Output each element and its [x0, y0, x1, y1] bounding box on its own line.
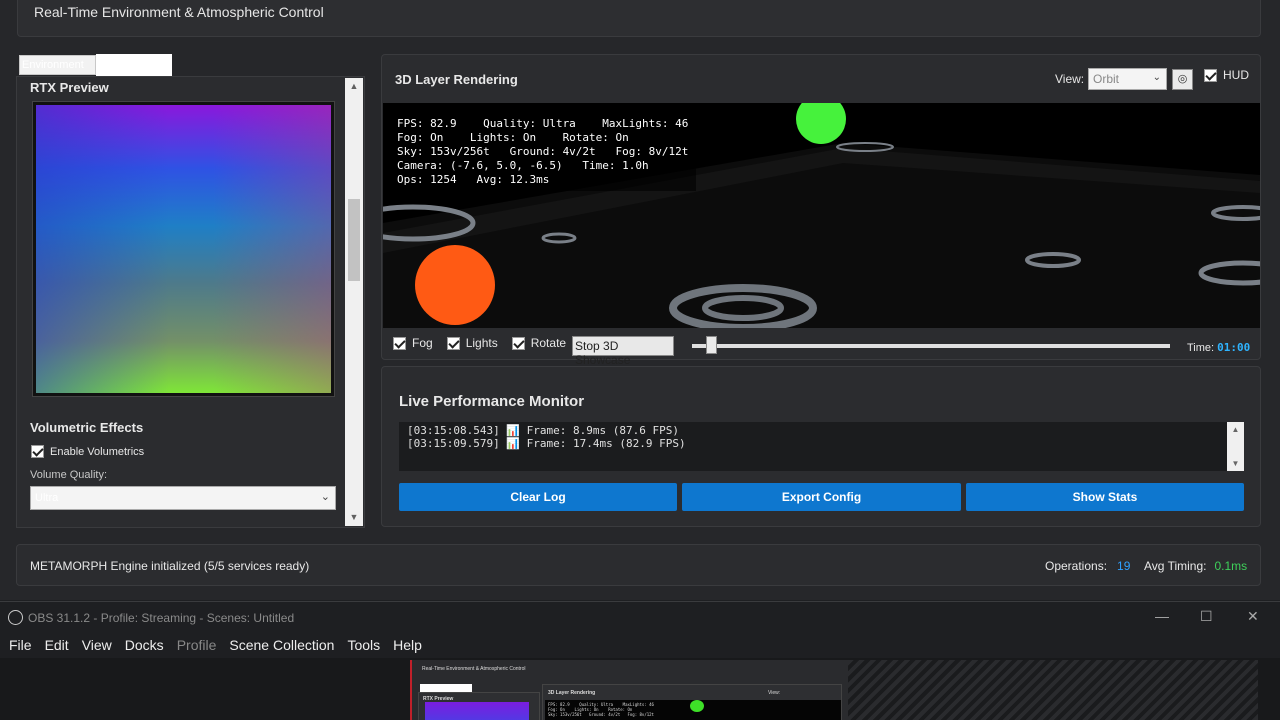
left-panel-scrollbar[interactable]: ▲ ▼ — [345, 78, 363, 526]
enable-volumetrics-label: Enable Volumetrics — [50, 445, 145, 458]
rtx-preview-gradient — [36, 105, 331, 393]
time-label: Time: — [1187, 342, 1215, 354]
obs-preview-background — [848, 660, 1258, 720]
operations-label: Operations: — [1045, 559, 1108, 573]
time-value: 01:00 — [1217, 341, 1251, 354]
environment-panel: RTX Preview Volumetric Effects Enable Vo… — [16, 76, 365, 528]
fog-label: Fog — [412, 336, 433, 350]
menu-view[interactable]: View — [82, 637, 112, 653]
enable-volumetrics-toggle[interactable]: Enable Volumetrics — [31, 445, 144, 458]
log-scrollbar[interactable]: ▲ ▼ — [1227, 422, 1244, 471]
volume-quality-select[interactable]: Ultra ⌄ — [30, 486, 336, 510]
status-message: METAMORPH Engine initialized (5/5 servic… — [30, 559, 310, 573]
hud-stats: FPS: 82.9 Quality: Ultra MaxLights: 46 F… — [389, 113, 697, 191]
3d-viewport[interactable]: FPS: 82.9 Quality: Ultra MaxLights: 46 F… — [383, 103, 1260, 328]
preview-green-sphere — [690, 700, 704, 712]
reset-camera-icon[interactable]: ◎ — [1172, 69, 1193, 90]
scroll-up-icon[interactable]: ▲ — [1227, 425, 1244, 434]
rotate-checkbox[interactable] — [511, 336, 525, 350]
status-bar: METAMORPH Engine initialized (5/5 servic… — [16, 544, 1261, 586]
view-select[interactable]: Orbit ⌄ — [1088, 68, 1167, 90]
minimize-icon[interactable]: — — [1155, 608, 1169, 624]
rotate-toggle[interactable]: Rotate — [511, 336, 567, 350]
rtx-preview-label: RTX Preview — [30, 80, 109, 95]
render-panel: 3D Layer Rendering View: Orbit ⌄ ◎ HUD F… — [381, 54, 1261, 367]
lights-label: Lights — [465, 336, 498, 350]
tab-environment[interactable]: Environment — [19, 55, 96, 75]
preview-view-label: View: — [768, 690, 781, 696]
obs-logo-icon — [8, 610, 23, 625]
operations-value: 19 — [1117, 559, 1131, 573]
tab-secondary[interactable] — [96, 54, 172, 76]
time-slider-thumb[interactable] — [705, 336, 717, 354]
volume-quality-value: Ultra — [35, 492, 59, 504]
menu-tools[interactable]: Tools — [347, 637, 380, 653]
preview-render-panel: 3D Layer Rendering View: FPS: 82.9 Quali… — [542, 684, 842, 720]
obs-titlebar: OBS 31.1.2 - Profile: Streaming - Scenes… — [0, 601, 1280, 633]
time-readout: Time: 01:00 — [1187, 341, 1250, 354]
volumetric-effects-heading: Volumetric Effects — [30, 420, 144, 435]
orange-sphere — [415, 245, 495, 325]
render-panel-title: 3D Layer Rendering — [395, 72, 518, 87]
menu-help[interactable]: Help — [393, 637, 422, 653]
menu-scene-collection[interactable]: Scene Collection — [229, 637, 334, 653]
app-window: Real-Time Environment & Atmospheric Cont… — [0, 0, 1280, 600]
avg-timing-stat: Avg Timing: 0.1ms — [1144, 559, 1247, 573]
enable-volumetrics-checkbox[interactable] — [31, 445, 44, 458]
preview-render-label: 3D Layer Rendering — [548, 690, 596, 696]
avg-timing-value: 0.1ms — [1214, 559, 1248, 573]
scroll-up-icon[interactable]: ▲ — [345, 78, 363, 95]
chevron-down-icon: ⌄ — [1152, 72, 1161, 83]
menu-profile[interactable]: Profile — [177, 637, 217, 653]
preview-rtx-gradient — [425, 702, 529, 720]
view-label: View: — [1055, 72, 1085, 86]
app-title: Real-Time Environment & Atmospheric Cont… — [34, 4, 324, 20]
log-entry: [03:15:08.543] 📊 Frame: 8.9ms (87.6 FPS) — [407, 424, 679, 437]
hud-checkbox[interactable] — [1204, 68, 1217, 82]
green-sphere — [796, 103, 846, 144]
clear-log-button[interactable]: Clear Log — [399, 483, 677, 511]
obs-window-title: OBS 31.1.2 - Profile: Streaming - Scenes… — [28, 611, 295, 625]
scroll-down-icon[interactable]: ▼ — [345, 509, 363, 526]
lights-checkbox[interactable] — [446, 336, 460, 350]
scrollbar-thumb[interactable] — [348, 199, 360, 281]
performance-title: Live Performance Monitor — [399, 393, 585, 410]
menu-edit[interactable]: Edit — [45, 637, 69, 653]
scroll-down-icon[interactable]: ▼ — [1227, 459, 1244, 468]
close-icon[interactable]: ✕ — [1247, 608, 1259, 625]
preview-viewport: FPS: 82.9 Quality: Ultra MaxLights: 46 F… — [545, 700, 841, 720]
preview-left-panel: RTX Preview — [418, 692, 540, 720]
menu-file[interactable]: File — [9, 637, 32, 653]
menu-docks[interactable]: Docks — [125, 637, 164, 653]
view-select-value: Orbit — [1093, 72, 1120, 86]
hud-label: HUD — [1223, 68, 1249, 82]
rotate-label: Rotate — [530, 336, 567, 350]
performance-panel: Live Performance Monitor [03:15:08.543] … — [381, 366, 1261, 527]
lights-toggle[interactable]: Lights — [446, 336, 498, 350]
app-header: Real-Time Environment & Atmospheric Cont… — [17, 0, 1261, 37]
rtx-preview-frame — [32, 101, 335, 397]
show-stats-button[interactable]: Show Stats — [966, 483, 1244, 511]
hud-toggle[interactable]: HUD — [1204, 68, 1249, 82]
log-entry: [03:15:09.579] 📊 Frame: 17.4ms (82.9 FPS… — [407, 437, 686, 450]
time-slider-track[interactable] — [692, 344, 1170, 348]
performance-log[interactable]: [03:15:08.543] 📊 Frame: 8.9ms (87.6 FPS)… — [399, 422, 1244, 471]
chevron-down-icon: ⌄ — [320, 491, 330, 503]
avg-timing-label: Avg Timing: — [1144, 559, 1207, 573]
preview-tab — [420, 684, 472, 692]
obs-menubar: File Edit View Docks Profile Scene Colle… — [0, 633, 1280, 657]
fog-checkbox[interactable] — [393, 336, 406, 350]
stop-showcase-button[interactable]: Stop 3D Showcase — [572, 336, 674, 367]
operations-stat: Operations: 19 — [1045, 559, 1130, 573]
maximize-icon[interactable]: ☐ — [1200, 608, 1213, 625]
render-controls: Fog Lights Rotate — [393, 336, 580, 350]
obs-preview-canvas[interactable]: Real-Time Environment & Atmospheric Cont… — [410, 660, 848, 720]
fog-toggle[interactable]: Fog — [393, 336, 433, 350]
export-config-button[interactable]: Export Config — [682, 483, 961, 511]
preview-app-title: Real-Time Environment & Atmospheric Cont… — [422, 666, 526, 672]
preview-hud: FPS: 82.9 Quality: Ultra MaxLights: 46 F… — [548, 702, 654, 717]
volume-quality-label: Volume Quality: — [30, 469, 108, 481]
